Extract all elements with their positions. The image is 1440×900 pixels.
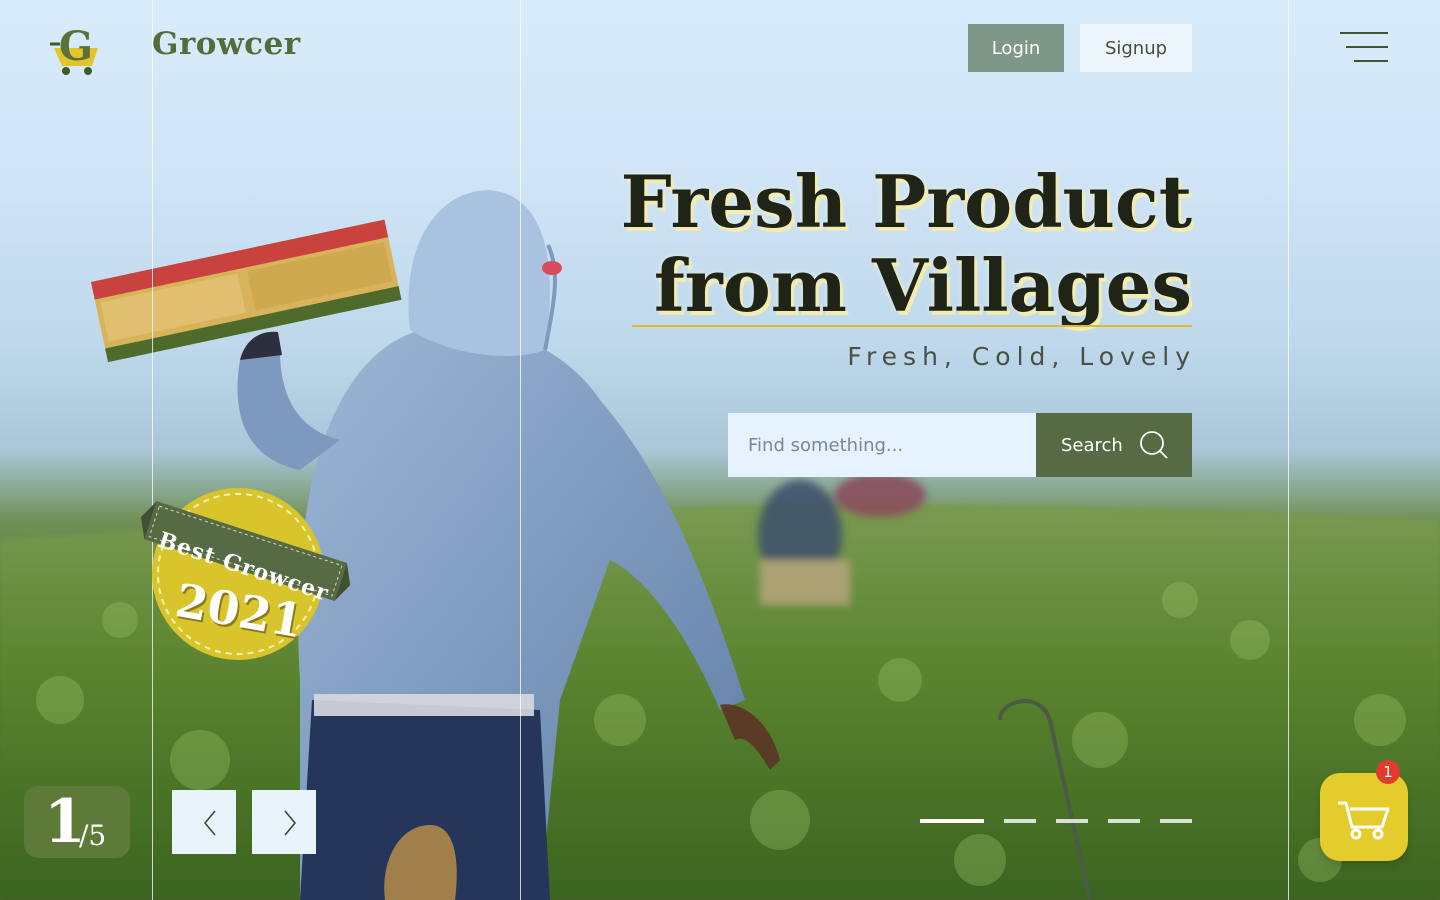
logo-cart-icon: G [50,23,98,75]
search-input[interactable] [728,413,1036,477]
brand-name[interactable]: Growcer [152,26,301,62]
chevron-left-icon [203,810,216,836]
hero-photo [0,190,1440,900]
logo-letter: G [59,23,93,70]
hamburger-menu-icon[interactable] [1340,30,1388,64]
login-button[interactable]: Login [968,24,1064,72]
cart-count-badge: 1 [1376,760,1400,784]
award-badge: Best Growcer 2021 [135,485,355,665]
shopping-cart-button[interactable] [1320,773,1408,861]
pagination-dot[interactable] [1160,819,1192,823]
layout-guide-line [152,0,153,900]
search-button[interactable]: Search [1036,413,1192,477]
layout-guide-line [1288,0,1289,900]
headline-underline [632,325,1192,327]
headline-line-1: Fresh Product [620,159,1192,244]
prev-slide-button[interactable] [172,790,236,854]
chevron-right-icon [284,810,297,836]
pagination-dot-active[interactable] [920,819,984,823]
hero-section [0,0,1440,900]
pagination-dot[interactable] [1056,819,1088,823]
search-icon [1139,431,1168,459]
layout-guide-line [520,0,521,900]
hero-tagline: Fresh, Cold, Lovely [847,342,1196,371]
pagination-dot[interactable] [1108,819,1140,823]
search-button-label: Search [1061,434,1123,456]
pagination-dot[interactable] [1004,819,1036,823]
slide-total: /5 [79,819,107,852]
signup-button[interactable]: Signup [1080,24,1192,72]
next-slide-button[interactable] [252,790,316,854]
brand-logo[interactable]: G [46,22,102,78]
headline-line-2: from Villages [653,243,1192,328]
shopping-cart-icon [1338,801,1390,840]
hero-headline: Fresh Product from Villages [620,160,1192,328]
slide-counter: 1 /5 [24,786,130,858]
